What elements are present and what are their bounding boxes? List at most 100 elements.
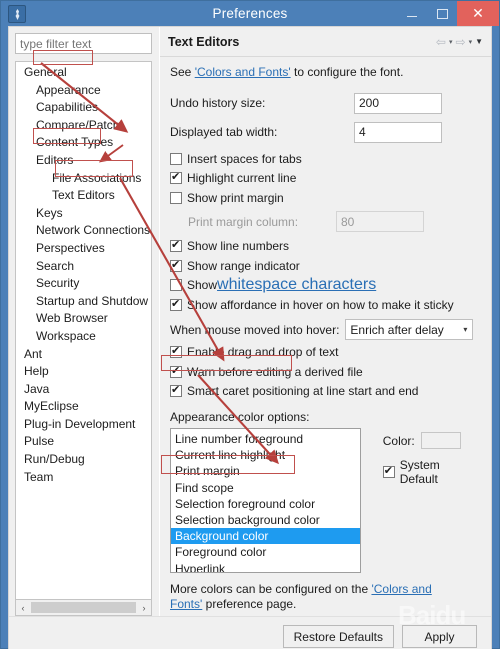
forward-dropdown-icon[interactable]: ▾ <box>469 38 473 46</box>
show-whitespace-row[interactable]: Show whitespace characters <box>170 276 481 296</box>
sidebar-item-keys[interactable]: Keys <box>16 205 151 223</box>
more-colors-note: More colors can be configured on the 'Co… <box>170 582 460 612</box>
print-margin-column-row: Print margin column: <box>170 210 481 234</box>
sidebar-item-startup-and-shutdow[interactable]: Startup and Shutdow <box>16 293 151 311</box>
sidebar-item-capabilities[interactable]: Capabilities <box>16 99 151 117</box>
note-suffix: preference page. <box>202 597 297 611</box>
hover-mode-value: Enrich after delay <box>350 322 444 337</box>
color-list-item[interactable]: Foreground color <box>171 544 360 560</box>
checkbox-label: Warn before editing a derived file <box>187 364 363 379</box>
print-margin-column-input[interactable] <box>336 211 424 232</box>
forward-icon[interactable]: ⇨ <box>456 35 466 49</box>
view-menu-icon[interactable]: ▼ <box>475 37 483 46</box>
checkbox-row[interactable]: Warn before editing a derived file <box>170 362 481 382</box>
system-default-label: System Default <box>399 458 440 486</box>
sidebar-item-general[interactable]: General <box>16 64 151 82</box>
scroll-right-icon[interactable]: › <box>137 603 151 613</box>
lead-suffix: to configure the font. <box>290 65 404 79</box>
checkbox-label: Smart caret positioning at line start an… <box>187 384 419 399</box>
sidebar-item-file-associations[interactable]: File Associations <box>16 170 151 188</box>
checkbox-label: Insert spaces for tabs <box>187 151 302 166</box>
color-list-item[interactable]: Selection foreground color <box>171 496 360 512</box>
checkbox[interactable] <box>170 344 182 359</box>
show-affordance-checkbox[interactable] <box>170 297 182 311</box>
sidebar-item-ant[interactable]: Ant <box>16 346 151 364</box>
preferences-dialog: GeneralAppearanceCapabilitiesCompare/Pat… <box>8 26 492 649</box>
field-input[interactable] <box>354 92 442 114</box>
tree-horizontal-scrollbar[interactable]: ‹ › <box>15 600 152 616</box>
color-list-item[interactable]: Background color <box>171 528 360 545</box>
color-swatch-button[interactable] <box>420 432 461 449</box>
back-icon[interactable]: ⇦ <box>436 35 446 49</box>
checkbox-row[interactable]: Enable drag and drop of text <box>170 343 481 363</box>
checkbox[interactable] <box>170 383 182 398</box>
restore-defaults-button[interactable]: Restore Defaults <box>282 625 394 648</box>
show-affordance-row[interactable]: Show affordance in hover on how to make … <box>170 295 481 315</box>
sidebar-item-team[interactable]: Team <box>16 469 151 487</box>
page-header: Text Editors ⇦ ▾ ⇨ ▾ ▼ <box>160 27 491 57</box>
checkbox[interactable] <box>170 191 182 204</box>
preferences-tree[interactable]: General Appearance Capabilities Compare/Pat… <box>15 61 152 600</box>
sidebar-item-pulse[interactable]: Pulse <box>16 433 151 451</box>
back-dropdown-icon[interactable]: ▾ <box>449 38 453 46</box>
whitespace-characters-link[interactable]: whitespace characters <box>217 276 376 294</box>
sidebar-item-java[interactable]: Java <box>16 381 151 399</box>
sidebar-item-workspace[interactable]: Workspace <box>16 328 151 346</box>
checkbox-row[interactable]: Show range indicator <box>170 256 481 276</box>
color-list-item[interactable]: Current line highlight <box>171 447 360 463</box>
colors-and-fonts-link[interactable]: 'Colors and Fonts' <box>195 65 291 79</box>
numeric-fields: Undo history size: Displayed tab width: <box>170 91 481 144</box>
sidebar-item-help[interactable]: Help <box>16 363 151 381</box>
sidebar-item-myeclipse[interactable]: MyEclipse <box>16 398 151 416</box>
system-default-row[interactable]: System Default <box>382 458 481 486</box>
color-list-item[interactable]: Line number foreground <box>171 431 360 447</box>
filter-input[interactable] <box>15 33 152 54</box>
checkbox[interactable] <box>170 170 182 185</box>
sidebar-item-compare-patch[interactable]: Compare/Patch <box>16 117 151 135</box>
sidebar-item-perspectives[interactable]: Perspectives <box>16 240 151 258</box>
sidebar-item-editors[interactable]: Editors <box>16 152 151 170</box>
sidebar-item-text-editors[interactable]: Text Editors <box>16 187 151 205</box>
color-list-item[interactable]: Print margin <box>171 463 360 479</box>
checkbox-row[interactable]: Show line numbers <box>170 237 481 257</box>
show-affordance-label: Show affordance in hover on how to make … <box>187 297 454 312</box>
appearance-color-list[interactable]: Line number foreground Current line highl… <box>170 428 361 573</box>
checkbox[interactable] <box>170 152 182 165</box>
scroll-left-icon[interactable]: ‹ <box>16 603 30 613</box>
color-list-item[interactable]: Find scope <box>171 480 360 496</box>
apply-bar: Restore Defaults Apply <box>9 616 491 649</box>
checkbox-row[interactable]: Smart caret positioning at line start an… <box>170 382 481 402</box>
checkbox-row[interactable]: Insert spaces for tabs <box>170 149 481 169</box>
checkbox-label: Show print margin <box>187 190 284 205</box>
checkbox[interactable] <box>170 364 182 378</box>
checkbox-label: Highlight current line <box>187 171 297 186</box>
sidebar-item-appearance[interactable]: Appearance <box>16 82 151 100</box>
sidebar-item-plug-in-development[interactable]: Plug-in Development <box>16 416 151 434</box>
hover-mode-select[interactable]: Enrich after delay ▾ <box>345 319 474 340</box>
sidebar-item-security[interactable]: Security <box>16 275 151 293</box>
sidebar-item-content-types[interactable]: Content Types <box>16 134 151 152</box>
field-row: Displayed tab width: <box>170 120 481 144</box>
apply-button[interactable]: Apply <box>402 625 477 648</box>
system-default-checkbox[interactable] <box>382 464 395 478</box>
checkbox-row[interactable]: Highlight current line <box>170 169 481 189</box>
appearance-color-area: Line number foreground Current line highl… <box>170 428 481 573</box>
hover-mode-label: When mouse moved into hover: <box>170 322 340 337</box>
checkbox[interactable] <box>170 258 182 272</box>
sidebar-item-web-browser[interactable]: Web Browser <box>16 310 151 328</box>
checkbox[interactable] <box>170 238 182 253</box>
field-label: Undo history size: <box>170 96 266 110</box>
page-toolbar: ⇦ ▾ ⇨ ▾ ▼ <box>436 35 483 49</box>
show-whitespace-checkbox[interactable] <box>170 279 182 292</box>
color-list-item[interactable]: Selection background color <box>171 512 360 528</box>
color-list-item[interactable]: Hyperlink <box>171 561 360 573</box>
scroll-thumb[interactable] <box>31 602 136 613</box>
sidebar-item-search[interactable]: Search <box>16 258 151 276</box>
field-input[interactable] <box>354 121 442 143</box>
sidebar-item-network-connections[interactable]: Network Connections <box>16 222 151 240</box>
color-picker-row: Color: <box>383 432 481 449</box>
show-whitespace-prefix: Show <box>187 278 218 293</box>
sidebar-item-run-debug[interactable]: Run/Debug <box>16 451 151 469</box>
page-body: See 'Colors and Fonts' to configure the … <box>160 57 491 616</box>
checkbox-row[interactable]: Show print margin <box>170 188 481 208</box>
